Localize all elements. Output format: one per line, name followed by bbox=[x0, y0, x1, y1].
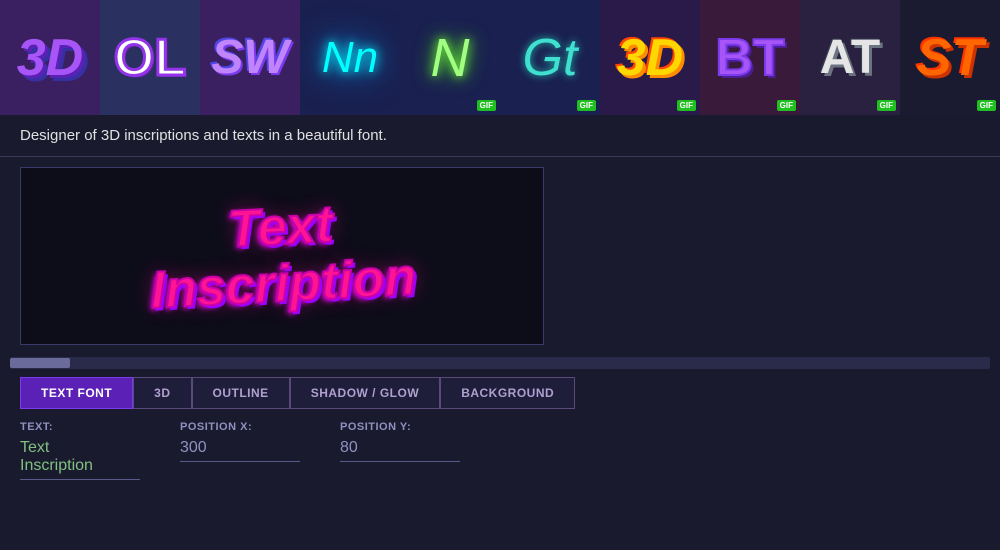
main-area: Text Inscription bbox=[0, 157, 1000, 357]
canvas-line2: Inscription bbox=[149, 249, 417, 320]
canvas-wrapper: Text Inscription bbox=[20, 167, 550, 347]
banner-item-9[interactable]: AT GIF bbox=[800, 0, 900, 115]
position-x-label: POSITION X: bbox=[180, 421, 300, 433]
text-value-line2: Inscription bbox=[20, 457, 140, 475]
banner-label-3: SW bbox=[211, 30, 288, 85]
banner-item-7[interactable]: 3D GIF bbox=[600, 0, 700, 115]
tab-shadow-glow[interactable]: SHADOW / GLOW bbox=[290, 377, 441, 409]
gif-badge-7: GIF bbox=[677, 100, 696, 111]
banner-label-8: BT bbox=[715, 28, 784, 88]
banner-item-6[interactable]: Gt GIF bbox=[500, 0, 600, 115]
banner-item-1[interactable]: 3D bbox=[0, 0, 100, 115]
canvas-text: Text Inscription bbox=[146, 192, 417, 320]
tab-text-font[interactable]: TEXT FONT bbox=[20, 377, 133, 409]
text-value-line1: Text bbox=[20, 439, 140, 457]
top-banner: 3D OL SW Nn N GIF Gt GIF 3D GIF BT GIF A… bbox=[0, 0, 1000, 115]
banner-label-5: N bbox=[431, 27, 470, 89]
text-control-group: TEXT: Text Inscription bbox=[20, 421, 140, 480]
controls-area: TEXT: Text Inscription POSITION X: 300 P… bbox=[0, 409, 1000, 480]
gif-badge-10: GIF bbox=[977, 100, 996, 111]
banner-label-10: ST bbox=[917, 28, 983, 88]
banner-label-2: OL bbox=[114, 28, 186, 88]
tab-background[interactable]: BACKGROUND bbox=[440, 377, 575, 409]
position-y-value[interactable]: 80 bbox=[340, 439, 460, 462]
gif-badge-9: GIF bbox=[877, 100, 896, 111]
scrollbar-thumb[interactable] bbox=[10, 358, 70, 368]
banner-item-5[interactable]: N GIF bbox=[400, 0, 500, 115]
position-y-label: POSITION Y: bbox=[340, 421, 460, 433]
text-label: TEXT: bbox=[20, 421, 140, 433]
canvas-area[interactable]: Text Inscription bbox=[20, 167, 544, 345]
text-value: Text Inscription bbox=[20, 439, 140, 480]
tab-3d[interactable]: 3D bbox=[133, 377, 191, 409]
position-x-value[interactable]: 300 bbox=[180, 439, 300, 462]
subtitle-text: Designer of 3D inscriptions and texts in… bbox=[20, 127, 387, 144]
banner-item-10[interactable]: ST GIF bbox=[900, 0, 1000, 115]
banner-item-4[interactable]: Nn bbox=[300, 0, 400, 115]
tabs-bar: TEXT FONT 3D OUTLINE SHADOW / GLOW BACKG… bbox=[20, 377, 980, 409]
position-y-group: POSITION Y: 80 bbox=[340, 421, 460, 462]
scrollbar[interactable] bbox=[10, 357, 990, 369]
banner-label-7: 3D bbox=[617, 28, 683, 88]
banner-item-8[interactable]: BT GIF bbox=[700, 0, 800, 115]
gif-badge-5: GIF bbox=[477, 100, 496, 111]
banner-label-6: Gt bbox=[523, 28, 578, 88]
subtitle: Designer of 3D inscriptions and texts in… bbox=[0, 115, 1000, 157]
banner-item-3[interactable]: SW bbox=[200, 0, 300, 115]
position-x-group: POSITION X: 300 bbox=[180, 421, 300, 462]
gif-badge-8: GIF bbox=[777, 100, 796, 111]
banner-label-9: AT bbox=[820, 30, 880, 85]
gif-badge-6: GIF bbox=[577, 100, 596, 111]
banner-item-2[interactable]: OL bbox=[100, 0, 200, 115]
tab-outline[interactable]: OUTLINE bbox=[192, 377, 290, 409]
banner-label-1: 3D bbox=[17, 28, 83, 88]
banner-label-4: Nn bbox=[322, 33, 378, 83]
